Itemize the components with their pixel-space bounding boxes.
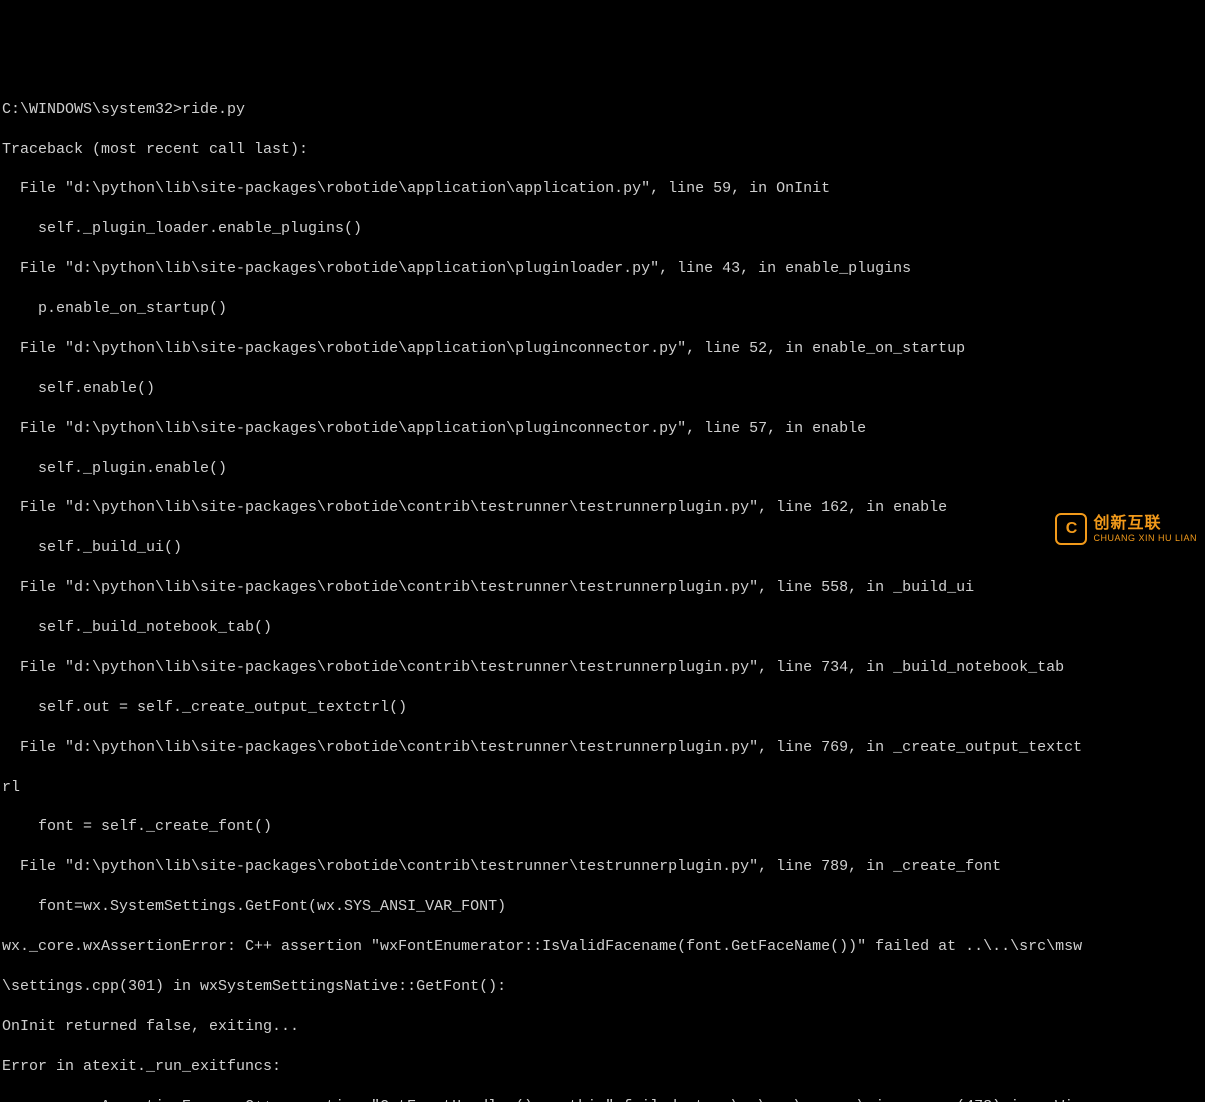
terminal-line: wx._core.wxAssertionError: C++ assertion… — [2, 937, 1203, 957]
terminal-line: self.enable() — [2, 379, 1203, 399]
terminal-output: C:\WINDOWS\system32>ride.py Traceback (m… — [0, 80, 1205, 1102]
terminal-line: C:\WINDOWS\system32>ride.py — [2, 100, 1203, 120]
terminal-line: File "d:\python\lib\site-packages\roboti… — [2, 339, 1203, 359]
terminal-line: font=wx.SystemSettings.GetFont(wx.SYS_AN… — [2, 897, 1203, 917]
terminal-line: File "d:\python\lib\site-packages\roboti… — [2, 498, 1203, 518]
terminal-line: self.out = self._create_output_textctrl(… — [2, 698, 1203, 718]
terminal-line: OnInit returned false, exiting... — [2, 1017, 1203, 1037]
terminal-line: self._plugin_loader.enable_plugins() — [2, 219, 1203, 239]
terminal-line: File "d:\python\lib\site-packages\roboti… — [2, 419, 1203, 439]
terminal-line: self._plugin.enable() — [2, 459, 1203, 479]
terminal-line: p.enable_on_startup() — [2, 299, 1203, 319]
terminal-line: File "d:\python\lib\site-packages\roboti… — [2, 658, 1203, 678]
terminal-line: rl — [2, 778, 1203, 798]
terminal-line: File "d:\python\lib\site-packages\roboti… — [2, 578, 1203, 598]
terminal-line: self._build_notebook_tab() — [2, 618, 1203, 638]
terminal-line: font = self._create_font() — [2, 817, 1203, 837]
terminal-line: File "d:\python\lib\site-packages\roboti… — [2, 179, 1203, 199]
terminal-line: Traceback (most recent call last): — [2, 140, 1203, 160]
terminal-line: File "d:\python\lib\site-packages\roboti… — [2, 738, 1203, 758]
terminal-line: self._build_ui() — [2, 538, 1203, 558]
terminal-line: wx._core.wxAssertionError: C++ assertion… — [2, 1097, 1203, 1102]
terminal-line: File "d:\python\lib\site-packages\roboti… — [2, 259, 1203, 279]
terminal-line: File "d:\python\lib\site-packages\roboti… — [2, 857, 1203, 877]
terminal-line: \settings.cpp(301) in wxSystemSettingsNa… — [2, 977, 1203, 997]
terminal-line: Error in atexit._run_exitfuncs: — [2, 1057, 1203, 1077]
